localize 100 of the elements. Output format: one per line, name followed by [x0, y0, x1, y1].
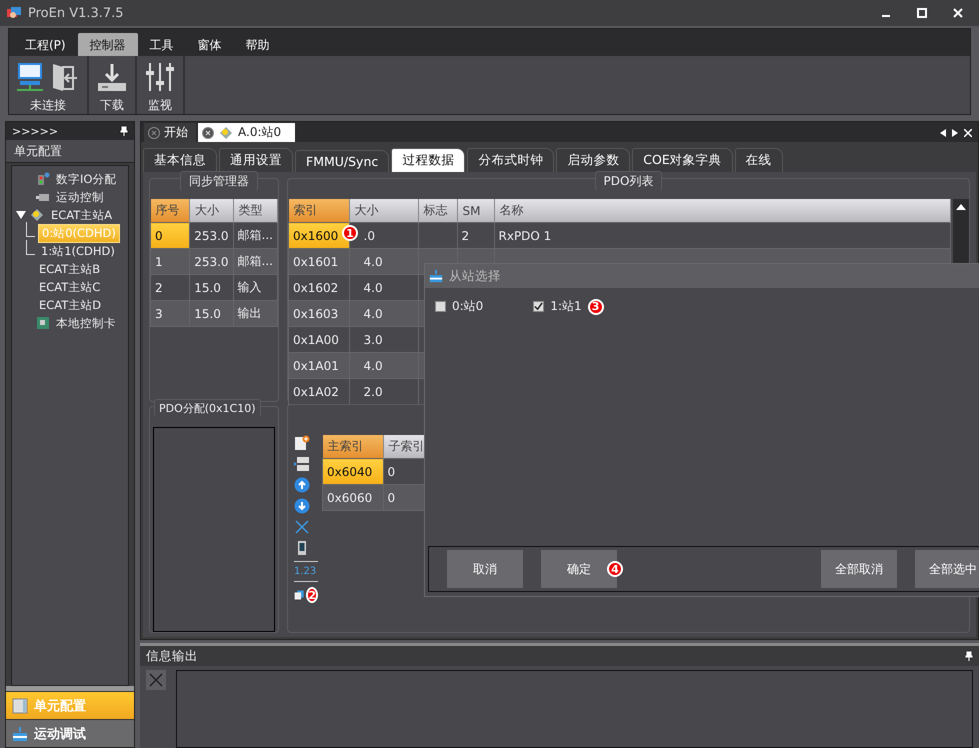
dialog-button[interactable]: 取消	[447, 550, 523, 588]
table-cell: 0x1601	[288, 248, 349, 274]
scroll-up-icon[interactable]	[956, 204, 966, 210]
sliders-icon[interactable]	[145, 62, 175, 92]
column-header[interactable]: 类型	[233, 199, 278, 222]
checkbox[interactable]	[435, 301, 446, 312]
tree-item[interactable]: ECAT主站A	[48, 206, 116, 224]
menu-tab[interactable]: 帮助	[234, 33, 282, 56]
checkbox-label[interactable]: 1:站1	[550, 298, 582, 315]
add-document-icon[interactable]	[294, 435, 310, 451]
table-cell: RxPDO 1	[494, 222, 950, 248]
dialog-title: 从站选择	[449, 268, 501, 284]
table-cell: 4.0	[349, 300, 418, 326]
menu-tab[interactable]: 窗体	[186, 33, 234, 56]
table-cell: 0x6060	[322, 484, 383, 510]
tree-item[interactable]: ECAT主站D	[36, 296, 104, 314]
dialog-button[interactable]: 全部取消	[821, 550, 897, 588]
callout-badge: 3	[588, 298, 604, 314]
table-cell: 15.0	[190, 300, 234, 326]
callout-badge: 2	[306, 587, 318, 603]
delete-icon[interactable]	[294, 519, 310, 535]
tab[interactable]: 在线	[734, 148, 783, 172]
table-cell: 4.0	[349, 248, 418, 274]
tab[interactable]: 通用设置	[219, 148, 293, 172]
table-cell: 0x1602	[288, 274, 349, 300]
table-cell: 输出	[233, 300, 278, 326]
tab[interactable]: COE对象字典	[632, 148, 733, 172]
table-cell: 2	[150, 274, 190, 300]
callout-badge: 4	[607, 561, 623, 577]
table-cell: 0x1A01	[288, 352, 349, 378]
tab[interactable]: 分布式时钟	[467, 148, 554, 172]
dialog-button[interactable]: 全部选中	[915, 550, 979, 588]
table-cell: 0x1A02	[288, 378, 349, 404]
toolbar-label: 未连接	[30, 97, 66, 114]
menu-tab[interactable]: 控制器	[78, 33, 138, 56]
document-icon	[12, 698, 28, 714]
tree-item[interactable]: 运动控制	[53, 188, 107, 206]
tab[interactable]: FMMU/Sync	[295, 150, 390, 172]
tree-item[interactable]: 数字IO分配	[53, 170, 120, 188]
tree-item[interactable]: ECAT主站C	[36, 278, 104, 296]
nav-button[interactable]: 运动调试	[6, 719, 134, 747]
column-header[interactable]: 大小	[190, 199, 234, 222]
table-cell: 3	[150, 300, 190, 326]
panel-title: 信息输出	[146, 648, 198, 664]
tree-item[interactable]: 1:站1(CDHD)	[38, 242, 118, 260]
computer-icon[interactable]	[17, 62, 43, 92]
scroll-right-icon[interactable]	[952, 129, 958, 137]
table-cell: 253.0	[190, 222, 234, 248]
circuit-board-icon	[36, 316, 50, 330]
menu-tab[interactable]: 工程(P)	[13, 33, 78, 56]
tree-item[interactable]: 本地控制卡	[53, 314, 119, 332]
checkbox-label[interactable]: 0:站0	[452, 298, 484, 315]
document-tab[interactable]: 开始	[144, 123, 196, 142]
app-logo-icon	[6, 6, 22, 20]
clear-button[interactable]	[146, 670, 166, 690]
cake-icon	[12, 726, 28, 742]
panel-header: >>>>>	[12, 124, 58, 138]
menu-tab[interactable]: 工具	[138, 33, 186, 56]
table-cell: 0x1A00	[288, 326, 349, 352]
table-cell: 输入	[233, 274, 278, 300]
table-cell: 2.0	[349, 378, 418, 404]
maximize-icon[interactable]	[917, 8, 927, 18]
arrow-down-icon[interactable]	[294, 498, 310, 514]
table-cell: 253.0	[190, 248, 234, 274]
column-header[interactable]: 主索引	[322, 435, 383, 458]
io-module-icon	[36, 172, 50, 186]
document-tab[interactable]: A.0:站0	[198, 123, 296, 142]
scroll-left-icon[interactable]	[940, 129, 946, 137]
close-icon[interactable]	[202, 126, 214, 138]
column-header[interactable]: 标志	[418, 199, 457, 222]
pin-icon[interactable]	[965, 651, 973, 661]
tree-item[interactable]: ECAT主站B	[36, 260, 104, 278]
column-header[interactable]: 序号	[150, 199, 190, 222]
tab[interactable]: 启动参数	[556, 148, 630, 172]
table-cell: 邮箱...	[233, 248, 278, 274]
table-cell: 2	[457, 222, 494, 248]
column-header[interactable]: SM	[457, 199, 494, 222]
table-cell: 15.0	[190, 274, 234, 300]
group-title: 同步管理器	[180, 171, 258, 191]
tab[interactable]: 过程数据	[391, 148, 466, 172]
arrow-up-icon[interactable]	[294, 477, 310, 493]
checkbox[interactable]	[533, 301, 544, 312]
panel-title: 单元配置	[6, 140, 134, 163]
pin-icon[interactable]	[120, 126, 128, 136]
expand-triangle-icon[interactable]	[16, 210, 26, 220]
tab[interactable]: 基本信息	[143, 148, 217, 172]
insert-row-icon[interactable]	[294, 456, 310, 472]
table-cell: 0x6040	[322, 458, 383, 484]
group-title: PDO分配(0x1C10)	[154, 399, 261, 417]
window-title: ProEn V1.3.7.5	[28, 6, 124, 20]
column-header[interactable]: 索引	[288, 199, 349, 222]
download-icon[interactable]	[97, 62, 127, 92]
table-cell: 邮箱...	[233, 222, 278, 248]
master-node-icon	[29, 208, 45, 222]
column-header[interactable]: 大小	[349, 199, 418, 222]
column-header[interactable]: 名称	[494, 199, 950, 222]
table-cell: 3.0	[349, 326, 418, 352]
master-node-icon	[218, 126, 234, 140]
toolbar-label: 下载	[100, 97, 124, 114]
cake-icon	[429, 269, 443, 283]
